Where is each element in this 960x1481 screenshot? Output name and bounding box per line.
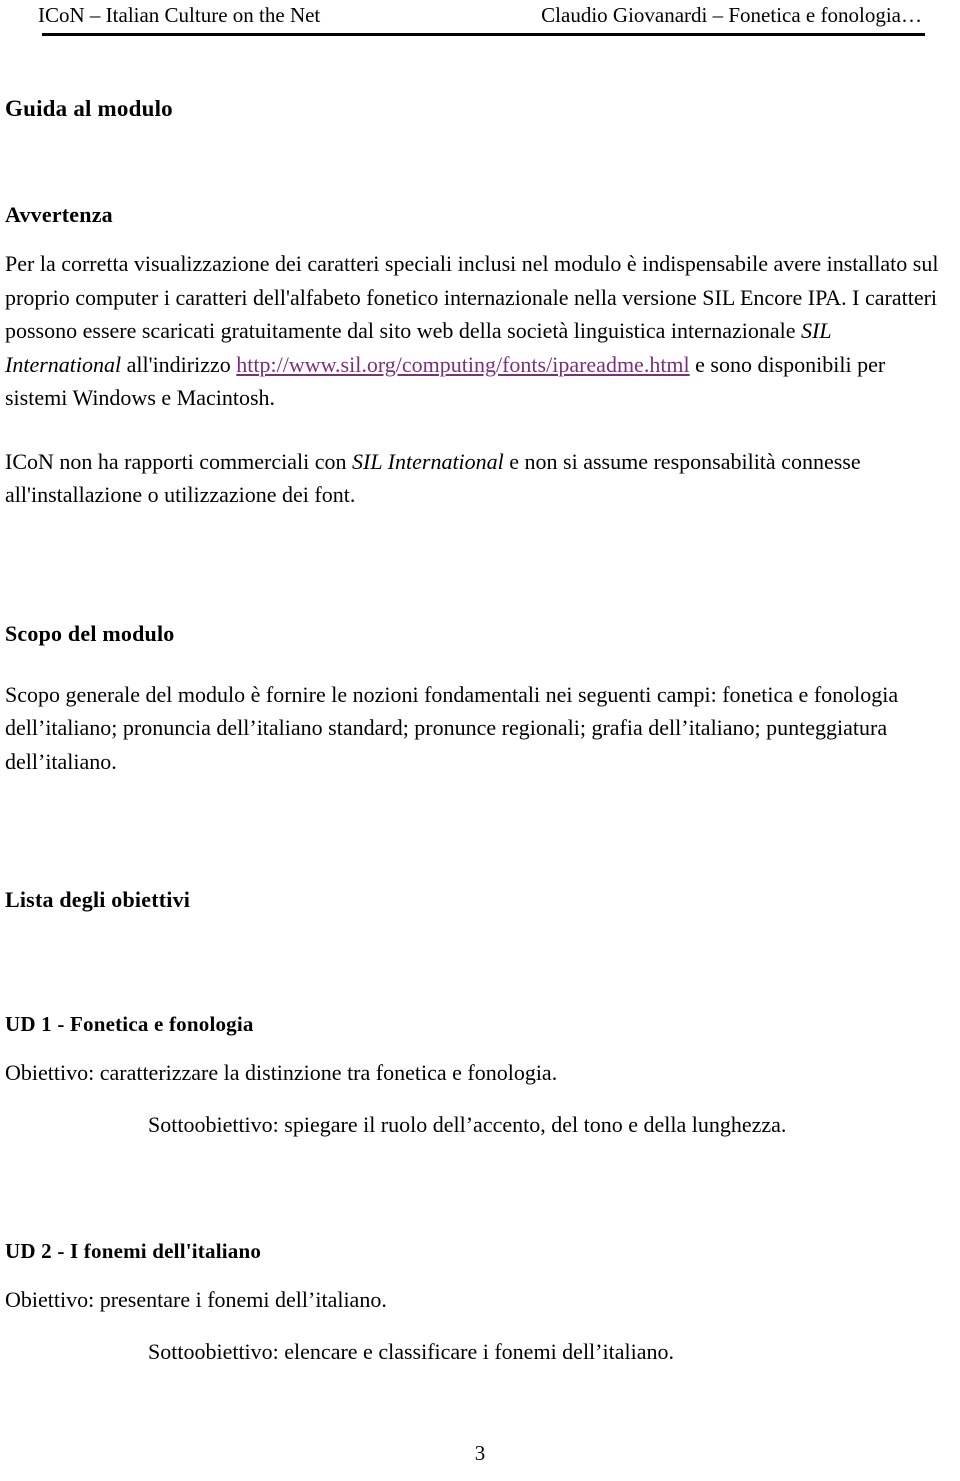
- unit-heading-ud2: UD 2 - I fonemi dell'italiano: [5, 1239, 262, 1263]
- unit-heading-ud1: UD 1 - Fonetica e fonologia: [5, 1012, 254, 1036]
- document-content: Guida al modulo Avvertenza Per la corret…: [5, 95, 949, 1368]
- text-run: ICoN non ha rapporti commerciali con: [5, 448, 353, 474]
- text-run: all'indirizzo: [121, 351, 237, 377]
- link-sil-ipa-readme[interactable]: http://www.sil.org/computing/fonts/ipare…: [236, 352, 689, 377]
- unit-subobjective-ud1: Sottoobiettivo: spiegare il ruolo dell’a…: [148, 1111, 787, 1137]
- header-right-text: Claudio Giovanardi – Fonetica e fonologi…: [541, 3, 922, 27]
- section-heading-scopo: Scopo del modulo: [5, 620, 175, 646]
- unit-subobjective-ud2: Sottoobiettivo: elencare e classificare …: [148, 1338, 674, 1364]
- italic-sil-international: SIL International: [352, 448, 504, 474]
- header-left-text: ICoN – Italian Culture on the Net: [38, 3, 321, 27]
- header-divider-rule: [42, 33, 925, 36]
- page-number: 3: [474, 1441, 486, 1465]
- unit-objective-ud2: Obiettivo: presentare i fonemi dell’ital…: [5, 1287, 387, 1312]
- paragraph-avvertenza-2: ICoN non ha rapporti commerciali con SIL…: [5, 445, 949, 512]
- unit-objective-ud1: Obiettivo: caratterizzare la distinzione…: [5, 1060, 558, 1085]
- section-heading-avvertenza: Avvertenza: [5, 202, 113, 227]
- page-title: Guida al modulo: [5, 96, 173, 121]
- section-heading-lista-obiettivi: Lista degli obiettivi: [5, 887, 191, 912]
- running-header: ICoN – Italian Culture on the Net Claudi…: [0, 0, 960, 44]
- text-run: Per la corretta visualizzazione dei cara…: [5, 251, 939, 343]
- document-page: ICoN – Italian Culture on the Net Claudi…: [0, 0, 960, 1481]
- paragraph-avvertenza-1: Per la corretta visualizzazione dei cara…: [5, 247, 949, 415]
- paragraph-scopo: Scopo generale del modulo è fornire le n…: [5, 681, 899, 774]
